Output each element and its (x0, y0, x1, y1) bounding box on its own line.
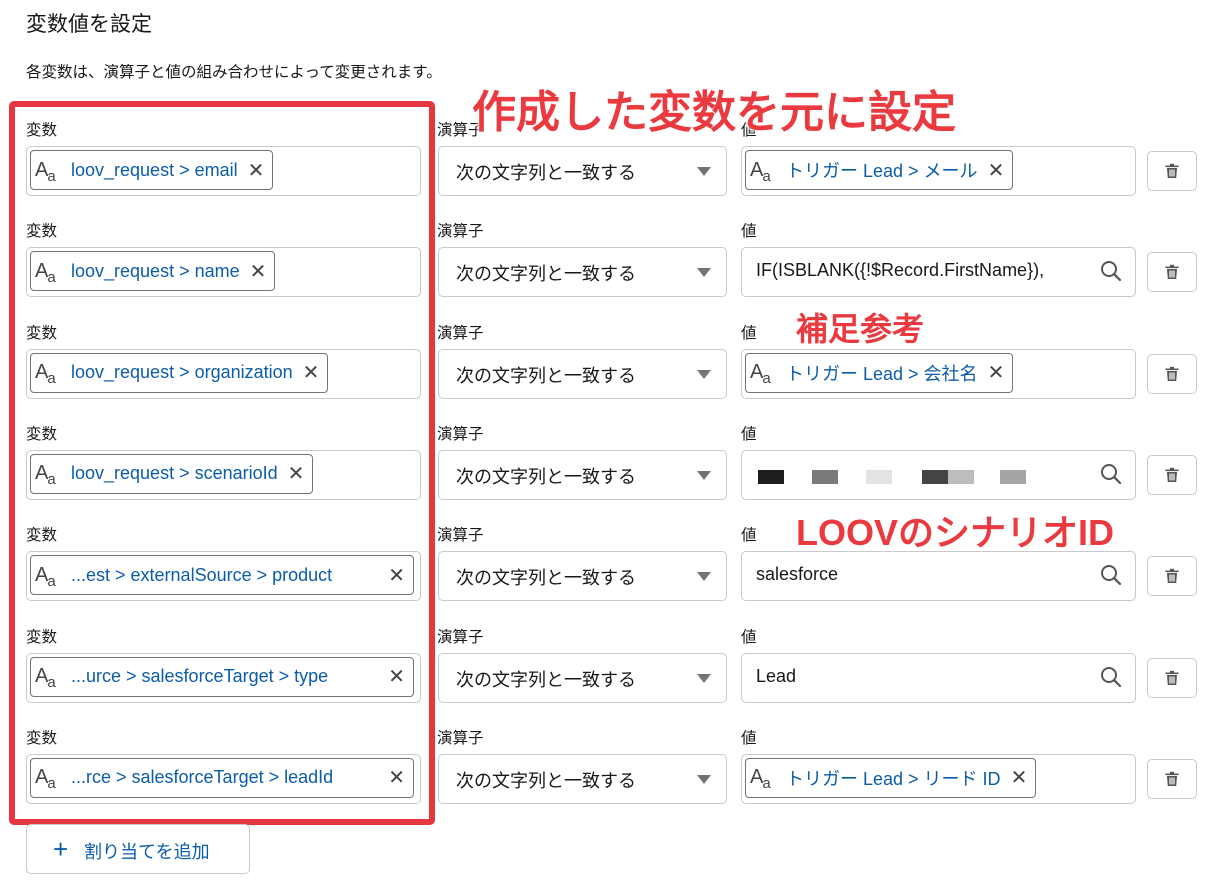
value-label: 値 (741, 729, 757, 747)
annotation-supplement: 補足参考 (796, 311, 925, 347)
chevron-down-icon (697, 774, 711, 784)
trash-icon (1164, 771, 1180, 787)
delete-row-button[interactable] (1147, 252, 1197, 293)
trash-icon (1164, 568, 1180, 584)
operator-value: 次の文字列と一致する (456, 568, 636, 589)
operator-label: 演算子 (437, 324, 484, 342)
search-icon (1099, 259, 1123, 283)
plus-icon: + (53, 834, 69, 864)
value-pill-label: トリガー Lead > メール (786, 161, 978, 181)
value-field[interactable]: Aa トリガー Lead > メール ✕ (741, 146, 1136, 196)
value-pill-label: トリガー Lead > リード ID (786, 768, 1001, 789)
value-label: 値 (741, 425, 757, 443)
chevron-down-icon (697, 673, 711, 683)
operator-label: 演算子 (437, 223, 484, 241)
delete-row-button[interactable] (1147, 758, 1197, 799)
add-assignment-button[interactable]: + 割り当てを追加 (26, 824, 250, 874)
search-icon (1099, 563, 1123, 587)
value-pill-label: トリガー Lead > 会社名 (786, 363, 978, 384)
value-text: IF(ISBLANK({!$Record.FirstName}), (756, 260, 1045, 281)
chevron-down-icon (697, 268, 711, 278)
value-field[interactable]: Aa トリガー Lead > 会社名 ✕ (741, 348, 1136, 399)
page-title: 変数値を設定 (26, 13, 152, 36)
value-pill: Aa トリガー Lead > メール ✕ (745, 150, 1014, 190)
chevron-down-icon (697, 167, 711, 176)
page-description: 各変数は、演算子と値の組み合わせによって変更されます。 (26, 64, 442, 81)
operator-value: 次の文字列と一致する (456, 365, 636, 386)
annotation-top: 作成した変数を元に設定 (472, 88, 956, 137)
value-label: 値 (741, 324, 757, 342)
close-icon[interactable]: ✕ (988, 158, 1005, 183)
redacted-block (948, 469, 974, 484)
text-type-icon: Aa (750, 361, 771, 388)
operator-value: 次の文字列と一致する (456, 466, 636, 487)
trash-icon (1164, 670, 1180, 686)
operator-select[interactable]: 次の文字列と一致する (438, 652, 727, 703)
value-field[interactable]: Aa トリガー Lead > リード ID ✕ (741, 753, 1136, 804)
operator-select[interactable]: 次の文字列と一致する (438, 449, 727, 500)
operator-select[interactable]: 次の文字列と一致する (438, 348, 727, 399)
operator-value: 次の文字列と一致する (456, 770, 636, 791)
text-type-icon: Aa (750, 766, 771, 793)
operator-label: 演算子 (437, 628, 484, 646)
value-field[interactable] (741, 449, 1136, 500)
delete-row-button[interactable] (1147, 151, 1197, 191)
redacted-block (758, 469, 784, 484)
operator-select[interactable]: 次の文字列と一致する (438, 753, 727, 804)
delete-row-button[interactable] (1147, 556, 1197, 597)
delete-row-button[interactable] (1147, 353, 1197, 394)
chevron-down-icon (697, 369, 711, 379)
operator-value: 次の文字列と一致する (456, 669, 636, 690)
add-assignment-label: 割り当てを追加 (84, 842, 210, 862)
trash-icon (1164, 467, 1180, 483)
value-label: 値 (741, 628, 757, 646)
value-label: 値 (741, 527, 757, 545)
trash-icon (1164, 264, 1180, 280)
value-text: Lead (756, 665, 797, 686)
close-icon[interactable]: ✕ (1011, 765, 1028, 790)
redacted-block (812, 469, 838, 484)
redacted-block (922, 469, 948, 484)
highlight-frame (9, 101, 435, 825)
chevron-down-icon (697, 470, 711, 480)
operator-select[interactable]: 次の文字列と一致する (438, 247, 727, 298)
text-type-icon: Aa (750, 158, 771, 185)
value-field[interactable]: salesforce (741, 551, 1136, 602)
annotation-scenario-id: LOOVのシナリオID (796, 512, 1115, 553)
redacted-block (1000, 469, 1026, 484)
operator-select[interactable]: 次の文字列と一致する (438, 551, 727, 602)
operator-label: 演算子 (437, 425, 484, 443)
search-icon (1099, 462, 1123, 486)
close-icon[interactable]: ✕ (988, 360, 1005, 385)
delete-row-button[interactable] (1147, 657, 1197, 698)
redacted-block (866, 469, 892, 484)
operator-select[interactable]: 次の文字列と一致する (438, 146, 727, 196)
value-field[interactable]: IF(ISBLANK({!$Record.FirstName}), (741, 247, 1136, 298)
value-text: salesforce (756, 564, 839, 585)
value-pill: Aa トリガー Lead > リード ID ✕ (745, 757, 1037, 798)
operator-label: 演算子 (437, 527, 484, 545)
trash-icon (1164, 163, 1180, 179)
value-label: 値 (741, 223, 757, 241)
operator-value: 次の文字列と一致する (456, 264, 636, 285)
operator-value: 次の文字列と一致する (456, 163, 636, 183)
operator-label: 演算子 (437, 729, 484, 747)
delete-row-button[interactable] (1147, 454, 1197, 495)
trash-icon (1164, 366, 1180, 382)
chevron-down-icon (697, 572, 711, 582)
value-pill: Aa トリガー Lead > 会社名 ✕ (745, 352, 1014, 393)
search-icon (1099, 665, 1123, 689)
value-field[interactable]: Lead (741, 652, 1136, 703)
